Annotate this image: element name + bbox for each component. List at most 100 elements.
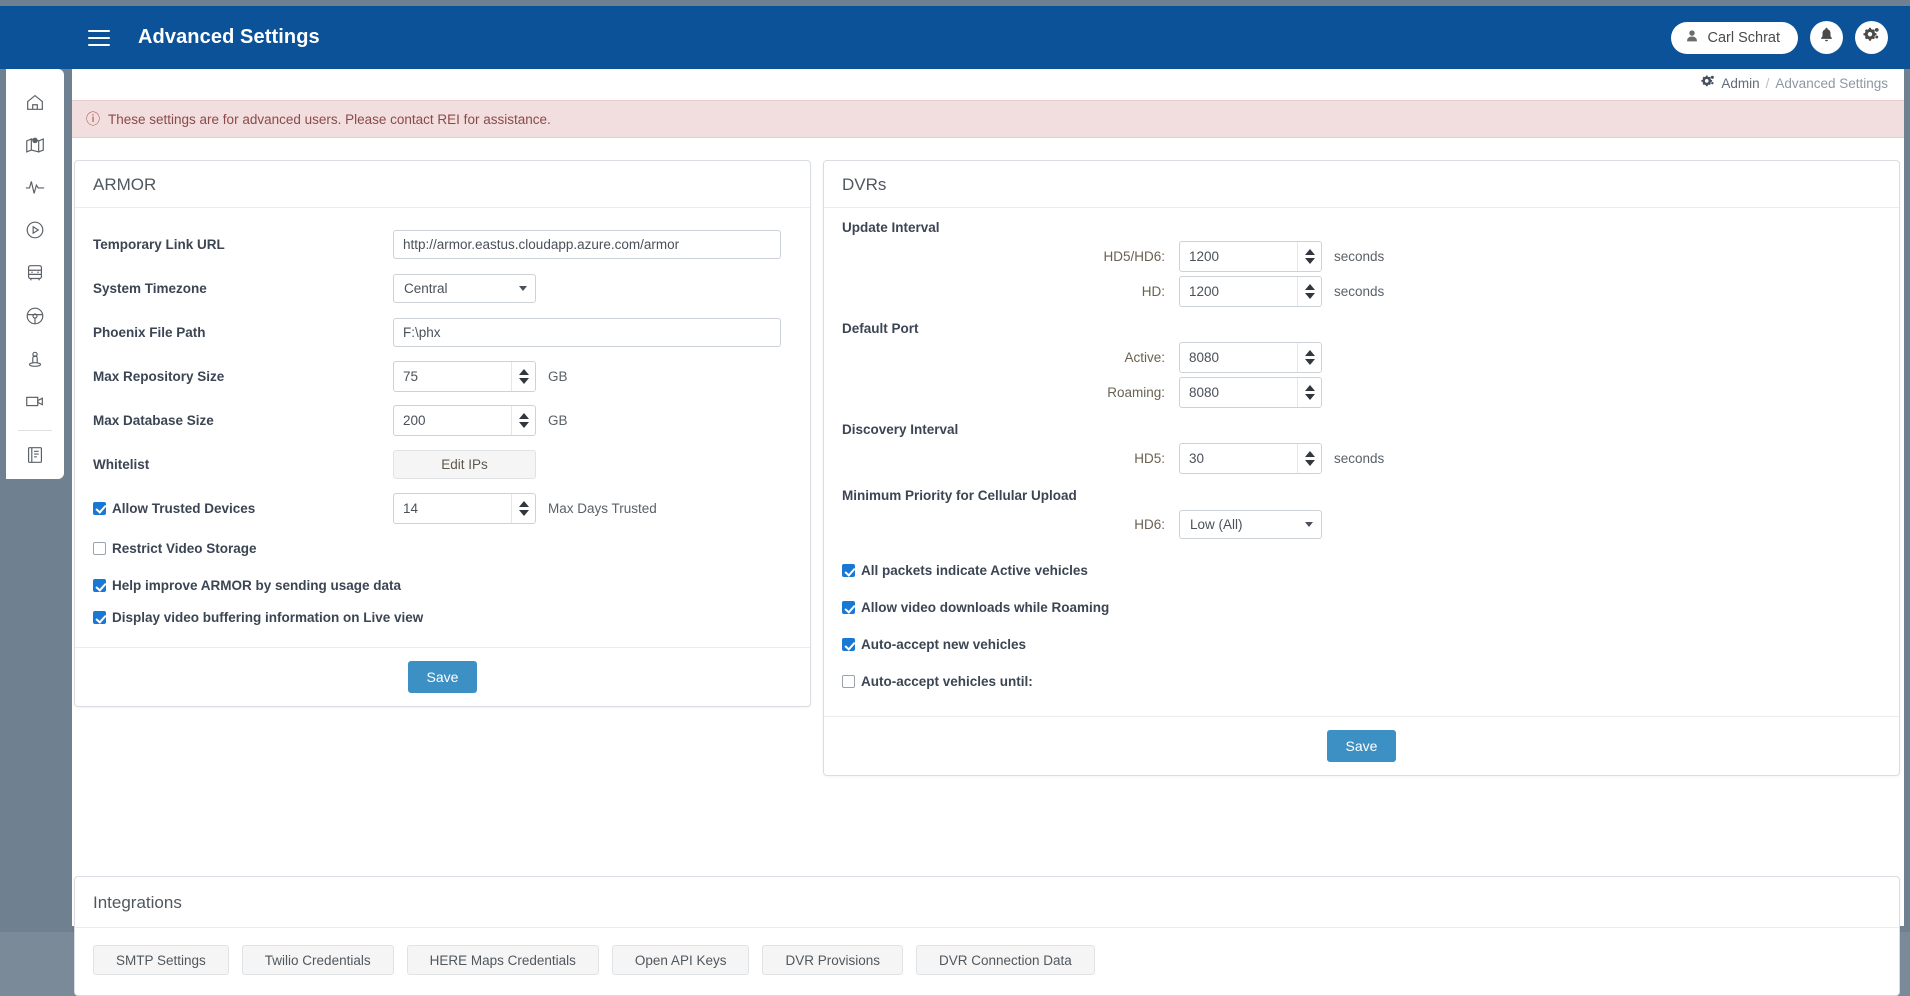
video-camera-icon [24,390,46,417]
temporary-link-url-input[interactable] [393,229,781,259]
stepper-buttons[interactable] [511,493,535,523]
armor-save-button[interactable]: Save [407,661,478,693]
here-maps-credentials-button[interactable]: HERE Maps Credentials [406,945,599,975]
auto-accept-until-checkbox[interactable] [842,675,855,688]
max-days-trusted-stepper[interactable] [393,492,536,524]
max-repository-size-stepper[interactable] [393,360,536,392]
video-buffering-checkbox[interactable] [93,611,106,624]
allow-trusted-devices-checkbox[interactable] [93,501,106,515]
discovery-interval-hd5-input[interactable] [1180,444,1297,473]
default-port-active-input[interactable] [1180,343,1297,372]
update-interval-hd-input[interactable] [1180,277,1297,306]
sidebar-item-reports[interactable] [13,436,57,479]
checkbox-label[interactable]: All packets indicate Active vehicles [861,563,1088,578]
max-days-trusted-input[interactable] [394,493,511,523]
stepper-down-icon[interactable] [1304,460,1315,466]
breadcrumb-root[interactable]: Admin [1721,76,1759,91]
usage-data-checkbox[interactable] [93,579,106,592]
stepper-down-icon[interactable] [1304,394,1315,400]
stepper-up-icon[interactable] [1304,350,1315,356]
stepper-buttons[interactable] [1297,242,1321,271]
smtp-settings-button[interactable]: SMTP Settings [93,945,229,975]
sidebar-item-playback[interactable] [13,211,57,254]
stepper-up-icon[interactable] [518,412,529,419]
topbar-actions: Carl Schrat [1671,21,1888,54]
stepper-up-icon[interactable] [518,500,529,507]
stepper-buttons[interactable] [511,361,535,391]
avatar-person-icon [1685,29,1699,47]
stepper-up-icon[interactable] [518,368,529,375]
sidebar-item-vehicles[interactable] [13,254,57,297]
settings-button[interactable] [1855,21,1888,54]
stepper-up-icon[interactable] [1304,451,1315,457]
unit-label: GB [548,412,568,428]
row-key: HD: [1141,284,1165,299]
all-packets-active-checkbox[interactable] [842,564,855,577]
system-timezone-select[interactable]: Central [393,273,536,303]
armor-panel-footer: Save [75,647,810,706]
dvr-provisions-button[interactable]: DVR Provisions [762,945,903,975]
checkbox-label[interactable]: Allow Trusted Devices [112,501,255,516]
stepper-down-icon[interactable] [1304,293,1315,299]
stepper-down-icon[interactable] [1304,359,1315,365]
stepper-up-icon[interactable] [1304,385,1315,391]
armor-panel: ARMOR Temporary Link URL System Timezone… [74,160,811,707]
breadcrumb-separator: / [1765,75,1770,91]
exclamation-circle-icon: ⓘ [86,111,100,127]
stepper-buttons[interactable] [1297,277,1321,306]
auto-accept-new-vehicles-checkbox[interactable] [842,638,855,651]
cellular-priority-select[interactable]: Low (All) [1179,510,1322,539]
sidebar-item-cameras[interactable] [13,382,57,425]
stepper-down-icon[interactable] [518,509,529,516]
stepper-buttons[interactable] [1297,444,1321,473]
dvrs-panel: DVRs Update Interval HD5/HD6: seconds [823,160,1900,776]
stepper-buttons[interactable] [1297,343,1321,372]
default-port-roaming-input[interactable] [1180,378,1297,407]
user-menu-button[interactable]: Carl Schrat [1671,21,1798,54]
notifications-button[interactable] [1810,21,1843,54]
pulse-icon [24,176,46,203]
restrict-video-storage-checkbox[interactable] [93,542,106,555]
discovery-interval-hd5-stepper[interactable] [1179,443,1322,474]
checkbox-label[interactable]: Help improve ARMOR by sending usage data [112,578,401,593]
update-interval-hd56-input[interactable] [1180,242,1297,271]
update-interval-hd56-stepper[interactable] [1179,241,1322,272]
stepper-down-icon[interactable] [518,421,529,428]
integrations-panel: Integrations SMTP Settings Twilio Creden… [74,876,1900,996]
field-system-timezone: System Timezone Central [93,266,792,310]
field-video-buffering: Display video buffering information on L… [93,604,792,641]
open-api-keys-button[interactable]: Open API Keys [611,945,750,975]
row-key: HD5: [1134,451,1165,466]
checkbox-label[interactable]: Auto-accept vehicles until: [861,674,1033,689]
sidebar-item-health[interactable] [13,169,57,212]
allow-roaming-downloads-checkbox[interactable] [842,601,855,614]
twilio-credentials-button[interactable]: Twilio Credentials [241,945,394,975]
book-icon [24,444,46,471]
hamburger-icon[interactable] [88,29,110,46]
left-nav-sidebar [6,69,64,479]
default-port-roaming-stepper[interactable] [1179,377,1322,408]
max-repository-size-input[interactable] [394,361,511,391]
phoenix-file-path-input[interactable] [393,317,781,347]
checkbox-label[interactable]: Restrict Video Storage [112,541,257,556]
default-port-active-stepper[interactable] [1179,342,1322,373]
sidebar-item-home[interactable] [13,83,57,126]
checkbox-label[interactable]: Display video buffering information on L… [112,610,423,625]
sidebar-item-map[interactable] [13,126,57,169]
dvr-connection-data-button[interactable]: DVR Connection Data [916,945,1095,975]
edit-ips-button[interactable]: Edit IPs [393,449,536,479]
stepper-up-icon[interactable] [1304,249,1315,255]
checkbox-label[interactable]: Allow video downloads while Roaming [861,600,1109,615]
stepper-down-icon[interactable] [518,377,529,384]
stepper-buttons[interactable] [511,405,535,435]
max-database-size-input[interactable] [394,405,511,435]
stepper-buttons[interactable] [1297,378,1321,407]
checkbox-label[interactable]: Auto-accept new vehicles [861,637,1026,652]
stepper-down-icon[interactable] [1304,258,1315,264]
sidebar-item-drivers[interactable] [13,297,57,340]
stepper-up-icon[interactable] [1304,284,1315,290]
max-database-size-stepper[interactable] [393,404,536,436]
update-interval-hd-stepper[interactable] [1179,276,1322,307]
dvrs-save-button[interactable]: Save [1326,730,1397,762]
sidebar-item-passengers[interactable] [13,340,57,383]
